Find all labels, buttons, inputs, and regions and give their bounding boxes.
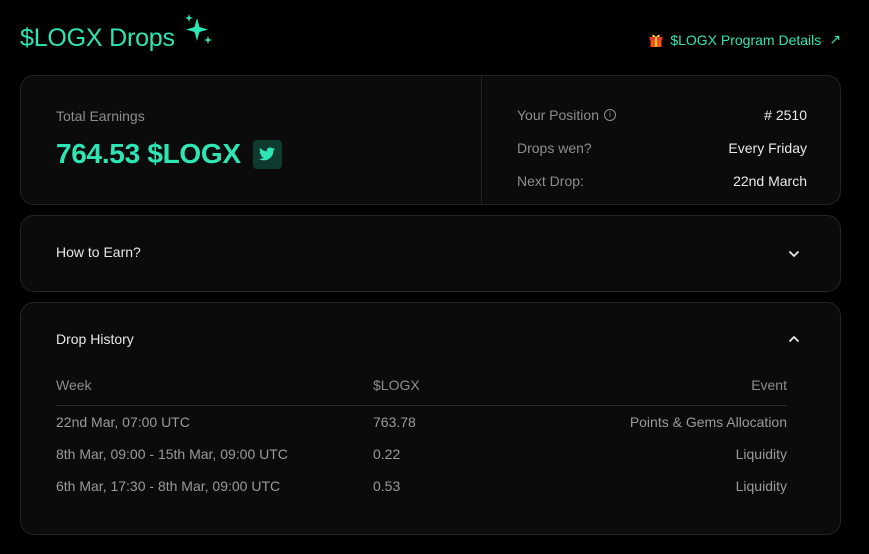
- chevron-up-icon[interactable]: [788, 333, 800, 345]
- stat-drops-wen-label: Drops wen?: [517, 139, 592, 156]
- summary-divider: [481, 76, 482, 204]
- row-amount: 763.78: [373, 414, 416, 430]
- stat-next-drop: Next Drop: 22nd March: [517, 164, 807, 197]
- total-earnings-row: 764.53 $LOGX: [56, 138, 282, 170]
- table-row: 6th Mar, 17:30 - 8th Mar, 09:00 UTC 0.53…: [56, 470, 787, 502]
- row-event: Liquidity: [735, 478, 787, 494]
- row-amount: 0.22: [373, 446, 401, 462]
- row-week: 6th Mar, 17:30 - 8th Mar, 09:00 UTC: [56, 478, 281, 494]
- stat-drops-wen-value: Every Friday: [728, 139, 807, 156]
- how-to-earn-accordion[interactable]: How to Earn?: [20, 215, 841, 292]
- drop-stats: Your Position i # 2510 Drops wen? Every …: [517, 98, 807, 197]
- stat-drops-wen: Drops wen? Every Friday: [517, 131, 807, 164]
- column-week: Week: [56, 377, 92, 393]
- page-title: $LOGX Drops: [20, 24, 175, 52]
- row-event: Liquidity: [735, 446, 787, 462]
- stat-next-drop-label: Next Drop:: [517, 172, 584, 189]
- table-header: Week $LOGX Event: [56, 375, 787, 406]
- program-details-link[interactable]: $LOGX Program Details ↗: [648, 31, 841, 48]
- title-wrap: $LOGX Drops: [20, 14, 215, 53]
- row-event: Points & Gems Allocation: [629, 414, 787, 430]
- stat-next-drop-value: 22nd March: [733, 172, 807, 189]
- stat-position-label-wrap: Your Position i: [517, 107, 616, 123]
- stat-position-value: # 2510: [764, 106, 807, 123]
- sparkle-icon: [184, 14, 212, 44]
- drop-history-accordion: Drop History Week $LOGX Event 22nd Mar, …: [20, 302, 841, 535]
- table-row: 22nd Mar, 07:00 UTC 763.78 Points & Gems…: [56, 406, 787, 438]
- twitter-icon: [259, 147, 276, 161]
- table-row: 8th Mar, 09:00 - 15th Mar, 09:00 UTC 0.2…: [56, 438, 787, 470]
- column-event: Event: [751, 377, 787, 393]
- total-earnings-value: 764.53 $LOGX: [56, 138, 241, 169]
- gift-icon: [649, 34, 663, 47]
- drop-history-table: Week $LOGX Event 22nd Mar, 07:00 UTC 763…: [56, 375, 787, 502]
- info-icon[interactable]: i: [603, 108, 616, 121]
- column-amount: $LOGX: [373, 377, 420, 393]
- total-earnings: Total Earnings 764.53 $LOGX: [56, 108, 282, 170]
- stat-position: Your Position i # 2510: [517, 98, 807, 131]
- chevron-down-icon[interactable]: [788, 248, 800, 260]
- page-header: $LOGX Drops $LOGX Program Details ↗: [20, 14, 841, 64]
- row-week: 8th Mar, 09:00 - 15th Mar, 09:00 UTC: [56, 446, 288, 462]
- program-details-label: $LOGX Program Details: [670, 31, 822, 48]
- drop-history-title: Drop History: [56, 331, 134, 347]
- total-earnings-label: Total Earnings: [56, 108, 145, 124]
- how-to-earn-title: How to Earn?: [56, 244, 141, 260]
- twitter-share-button[interactable]: [252, 139, 282, 169]
- row-week: 22nd Mar, 07:00 UTC: [56, 414, 190, 430]
- external-arrow-icon: ↗: [829, 31, 841, 47]
- stat-position-label: Your Position: [517, 106, 599, 123]
- summary-card: Total Earnings 764.53 $LOGX Your Positio…: [20, 75, 841, 205]
- row-amount: 0.53: [373, 478, 401, 494]
